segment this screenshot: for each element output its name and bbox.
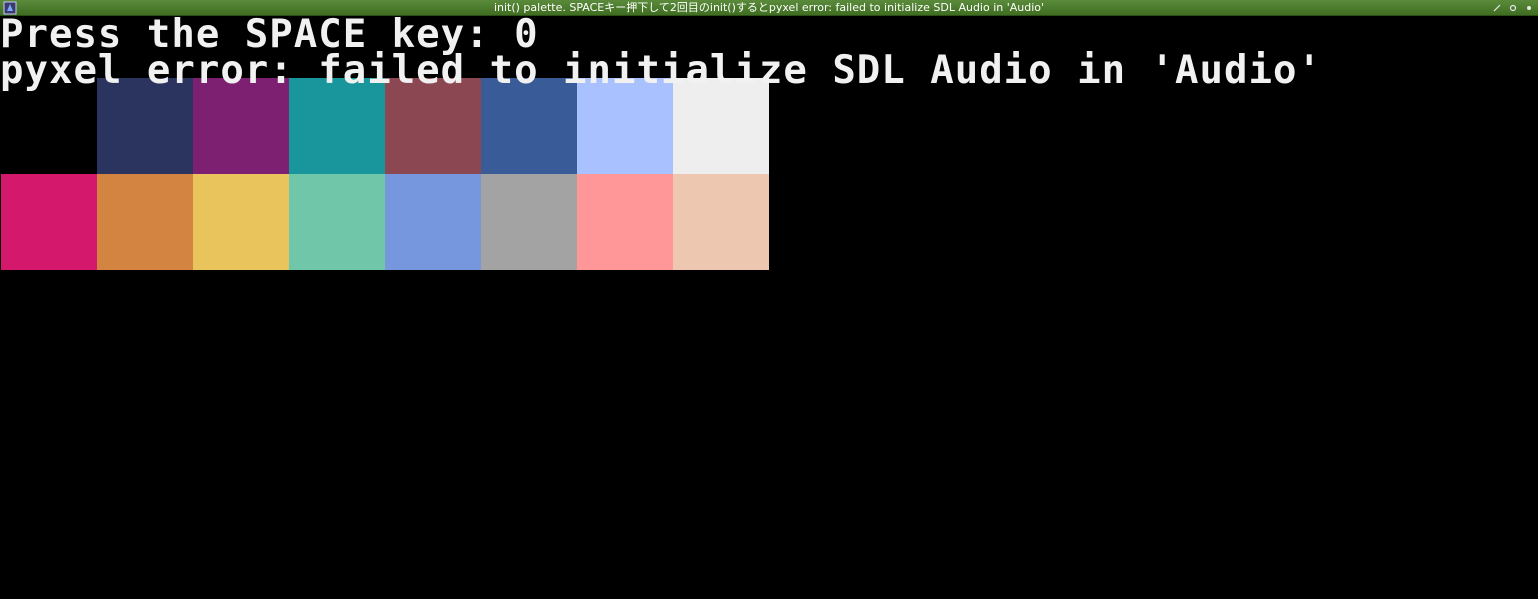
restore-icon[interactable] [1508,2,1518,14]
window-title: init() palette. SPACEキー押下して2回目のinit()すると… [493,1,1045,14]
palette-swatch-15 [673,174,769,270]
palette-swatch-8 [1,174,97,270]
maximize-icon[interactable] [1492,2,1502,14]
game-canvas[interactable]: Press the SPACE key: 0 pyxel error: fail… [0,16,1538,599]
palette-swatch-14 [577,174,673,270]
close-icon[interactable] [1524,2,1534,14]
palette-swatch-11 [289,174,385,270]
palette-swatch-9 [97,174,193,270]
palette-swatch-12 [385,174,481,270]
app-window: init() palette. SPACEキー押下して2回目のinit()すると… [0,0,1538,599]
title-bar[interactable]: init() palette. SPACEキー押下して2回目のinit()すると… [0,0,1538,16]
palette-swatch-10 [193,174,289,270]
palette-grid [1,78,769,270]
window-controls [1492,0,1534,16]
error-message: pyxel error: failed to initialize SDL Au… [0,48,1322,93]
palette-swatch-13 [481,174,577,270]
